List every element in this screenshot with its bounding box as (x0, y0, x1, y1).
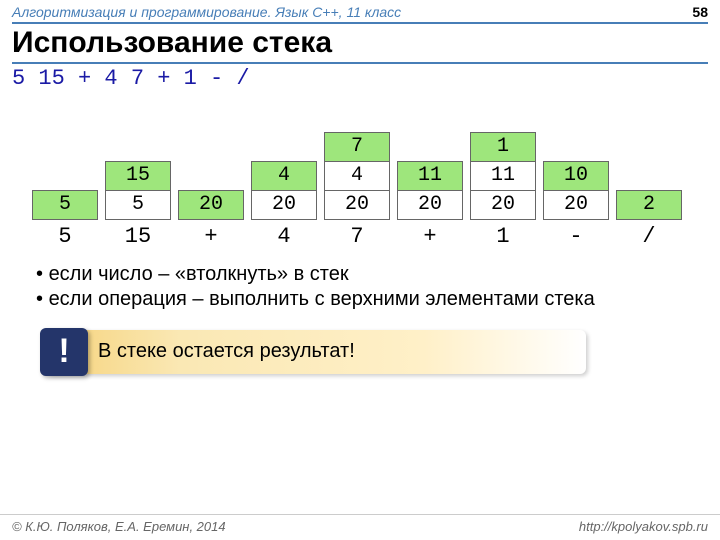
stack-column: 111201 (470, 103, 536, 252)
callout: ! В стеке остается результат! (46, 330, 586, 374)
stack-cell: 20 (251, 190, 317, 220)
token-label: - (543, 222, 609, 252)
callout-text: В стеке остается результат! (98, 340, 355, 363)
stack-cell: 20 (324, 190, 390, 220)
token-label: 15 (105, 222, 171, 252)
divider (12, 22, 708, 24)
note-item: если операция – выполнить с верхними эле… (36, 287, 696, 312)
stack-column: 15515 (105, 102, 171, 252)
token-label: 1 (470, 222, 536, 252)
stack-cell: 5 (105, 190, 171, 220)
stack-cell: 11 (397, 161, 463, 191)
stack-column: 2/ (616, 101, 682, 252)
copyright: © К.Ю. Поляков, Е.А. Еремин, 2014 (12, 519, 226, 534)
token-label: 7 (324, 222, 390, 252)
stack-cell: 15 (105, 161, 171, 191)
divider (12, 62, 708, 64)
stack-cell: 10 (543, 161, 609, 191)
stack-diagram: 551551520+4204742071120+1112011020-2/ (0, 97, 720, 252)
stack-cell: 20 (543, 190, 609, 220)
note-item: если число – «втолкнуть» в стек (36, 262, 696, 287)
stack-cell: 20 (178, 190, 244, 220)
course-title: Алгоритмизация и программирование. Язык … (12, 4, 401, 20)
stack-column: 4204 (251, 102, 317, 252)
header: Алгоритмизация и программирование. Язык … (0, 0, 720, 22)
footer: © К.Ю. Поляков, Е.А. Еремин, 2014 http:/… (0, 514, 720, 534)
notes: если число – «втолкнуть» в стекесли опер… (0, 252, 720, 312)
token-label: 4 (251, 222, 317, 252)
page-title: Использование стека (0, 26, 720, 62)
stack-column: 55 (32, 101, 98, 252)
stack-column: 1120+ (397, 102, 463, 252)
token-label: + (397, 222, 463, 252)
stack-column: 1020- (543, 102, 609, 252)
token-label: 5 (32, 222, 98, 252)
page-number: 58 (692, 4, 708, 20)
stack-cell: 11 (470, 161, 536, 191)
expression: 5 15 + 4 7 + 1 - / (0, 65, 720, 97)
stack-cell: 5 (32, 190, 98, 220)
exclamation-icon: ! (40, 328, 88, 376)
token-label: + (178, 222, 244, 252)
stack-cell: 20 (397, 190, 463, 220)
stack-column: 74207 (324, 103, 390, 252)
stack-cell: 7 (324, 132, 390, 162)
stack-cell: 20 (470, 190, 536, 220)
token-label: / (616, 222, 682, 252)
footer-link: http://kpolyakov.spb.ru (579, 519, 708, 534)
stack-column: 20+ (178, 101, 244, 252)
stack-cell: 4 (251, 161, 317, 191)
stack-cell: 2 (616, 190, 682, 220)
stack-cell: 4 (324, 161, 390, 191)
stack-cell: 1 (470, 132, 536, 162)
